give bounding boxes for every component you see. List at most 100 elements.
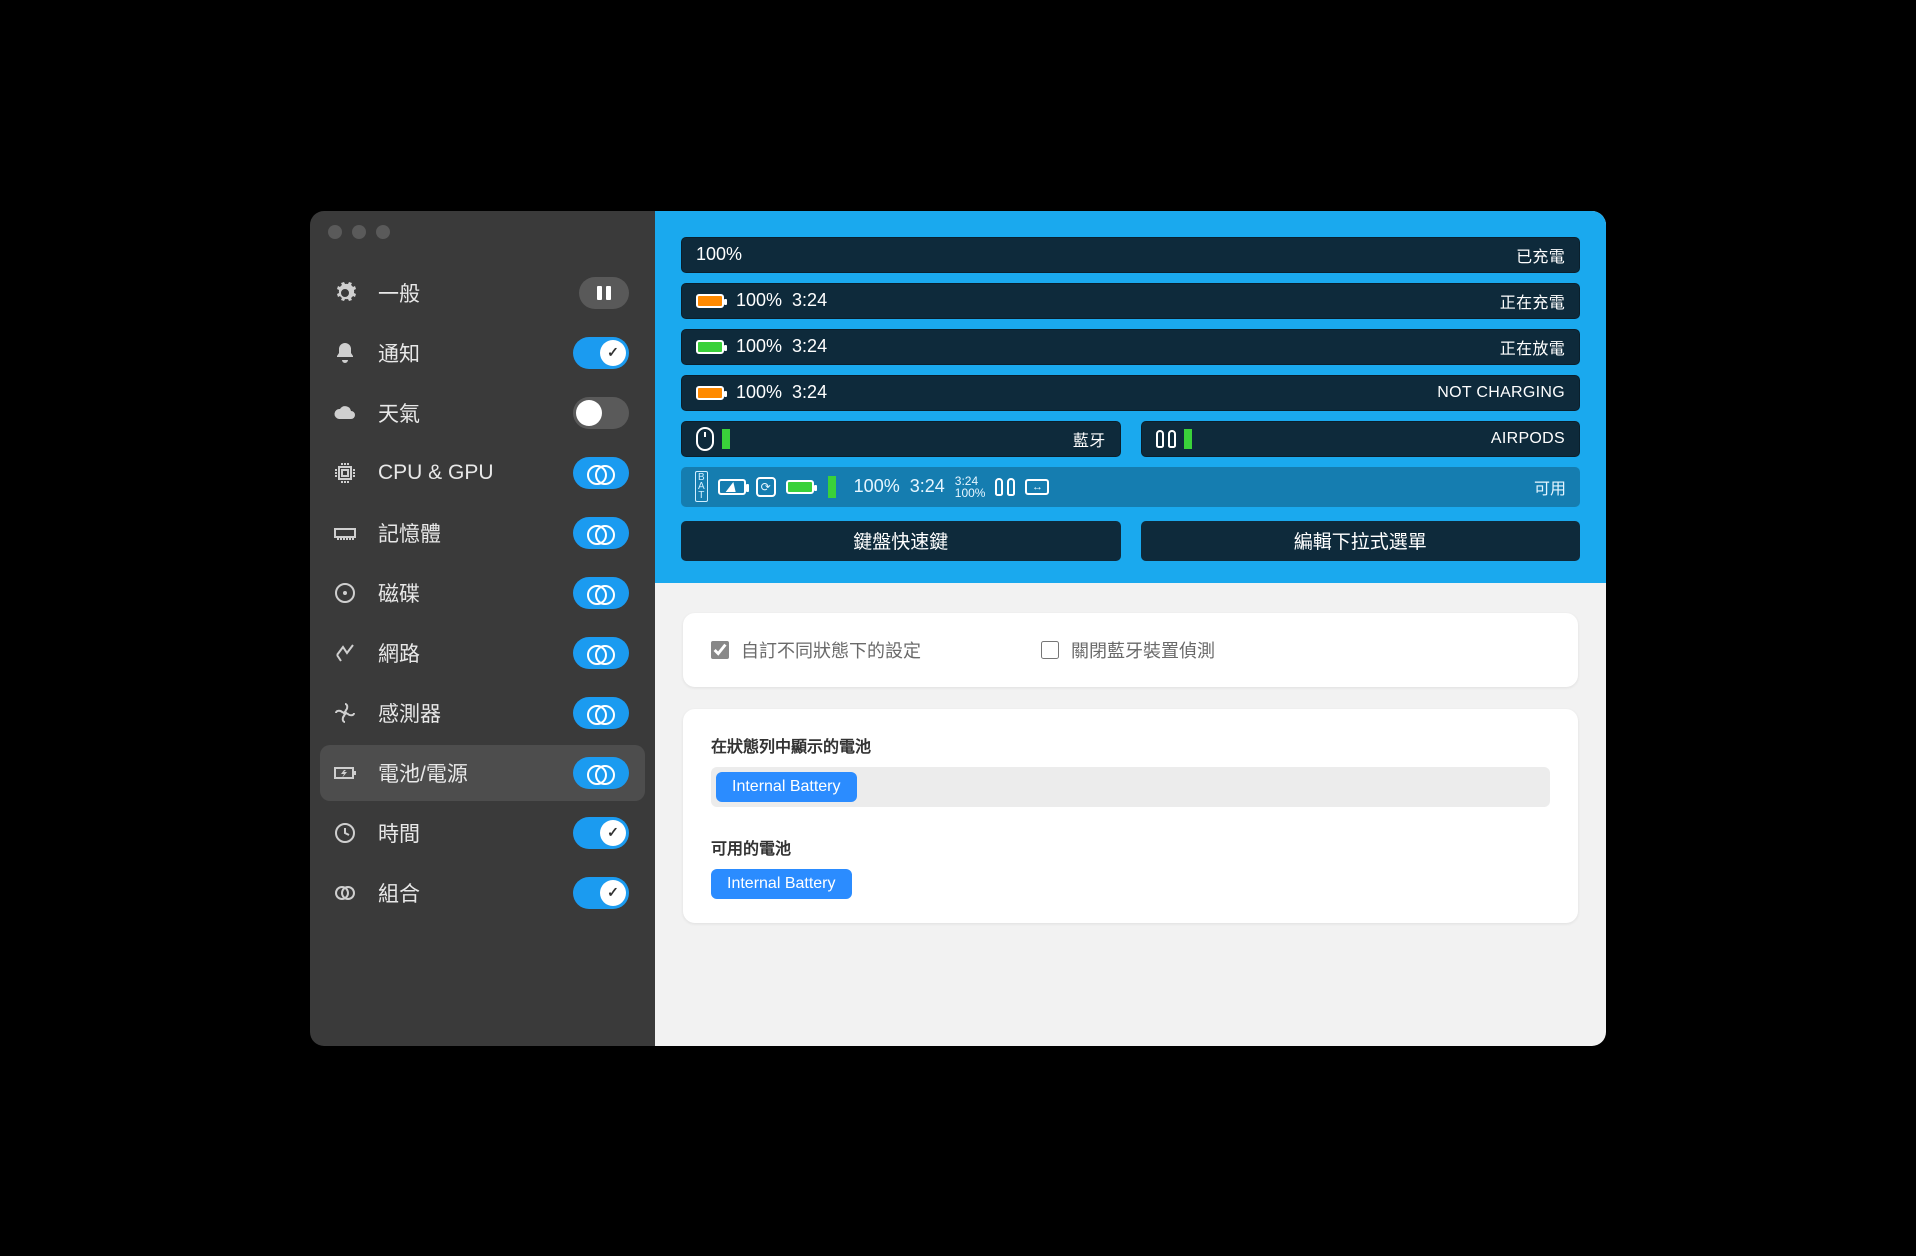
battery-bolt-icon bbox=[718, 479, 746, 495]
sidebar-item-clock[interactable]: 時間 bbox=[320, 805, 645, 861]
percent-label: 100% bbox=[854, 476, 900, 497]
sidebar-item-chip[interactable]: CPU & GPU bbox=[320, 445, 645, 501]
sidebar-item-bell[interactable]: 通知 bbox=[320, 325, 645, 381]
edit-dropdown-button[interactable]: 編輯下拉式選單 bbox=[1141, 521, 1581, 561]
time-label: 3:24 bbox=[910, 476, 945, 497]
level-bar-icon bbox=[722, 429, 730, 449]
preview-row-charged[interactable]: 100% 已充電 bbox=[681, 237, 1580, 273]
sidebar-item-disk[interactable]: 磁碟 bbox=[320, 565, 645, 621]
battery-icon bbox=[330, 761, 360, 785]
status-label: 可用 bbox=[1534, 475, 1566, 499]
preview-row-airpods[interactable]: AIRPODS bbox=[1141, 421, 1581, 457]
sidebar-item-cloud[interactable]: 天氣 bbox=[320, 385, 645, 441]
gear-icon bbox=[330, 281, 360, 305]
checkbox-label: 關閉藍牙裝置偵測 bbox=[1071, 637, 1215, 663]
available-header: 可用的電池 bbox=[711, 835, 1550, 859]
checkbox-input[interactable] bbox=[1041, 641, 1059, 659]
link-pill[interactable] bbox=[573, 637, 629, 669]
checkbox-input[interactable] bbox=[711, 641, 729, 659]
percent-label: 100% bbox=[696, 244, 742, 265]
time-label: 3:24 bbox=[792, 382, 827, 403]
keyboard-shortcut-button[interactable]: 鍵盤快速鍵 bbox=[681, 521, 1121, 561]
clock-icon bbox=[330, 821, 360, 845]
preview-row-charging[interactable]: 100% 3:24 正在充電 bbox=[681, 283, 1580, 319]
rings-icon bbox=[330, 881, 360, 905]
sidebar-item-label: CPU & GPU bbox=[378, 461, 569, 485]
status-label: NOT CHARGING bbox=[1437, 384, 1565, 402]
options-card: 自訂不同狀態下的設定 關閉藍牙裝置偵測 bbox=[683, 613, 1578, 687]
battery-tag[interactable]: Internal Battery bbox=[711, 869, 852, 899]
airpods-icon bbox=[995, 478, 1015, 496]
zoom-icon[interactable] bbox=[376, 225, 390, 239]
batteries-card: 在狀態列中顯示的電池 Internal Battery 可用的電池 Intern… bbox=[683, 709, 1578, 923]
sidebar-nav: 一般通知天氣 CPU & GPU 記憶體磁碟網路感測器電池/電源時間組合 bbox=[310, 247, 655, 921]
sidebar-item-label: 網路 bbox=[378, 638, 569, 668]
sidebar-item-label: 一般 bbox=[378, 278, 569, 308]
fan-icon bbox=[330, 701, 360, 725]
battery-icon bbox=[786, 480, 814, 494]
status-label: 已充電 bbox=[1516, 243, 1565, 267]
status-label: 藍牙 bbox=[1073, 427, 1106, 451]
battery-tag[interactable]: Internal Battery bbox=[716, 772, 857, 802]
sidebar-item-battery[interactable]: 電池/電源 bbox=[320, 745, 645, 801]
preferences-window: 一般通知天氣 CPU & GPU 記憶體磁碟網路感測器電池/電源時間組合 100% … bbox=[310, 211, 1606, 1046]
link-pill[interactable] bbox=[573, 577, 629, 609]
custom-states-checkbox[interactable]: 自訂不同狀態下的設定 bbox=[711, 637, 921, 663]
preview-row-discharging[interactable]: 100% 3:24 正在放電 bbox=[681, 329, 1580, 365]
sidebar-item-label: 電池/電源 bbox=[378, 758, 569, 788]
toggle-switch[interactable] bbox=[573, 397, 629, 429]
preview-row-bluetooth[interactable]: 藍牙 bbox=[681, 421, 1121, 457]
sidebar-item-ram[interactable]: 記憶體 bbox=[320, 505, 645, 561]
percent-label: 100% bbox=[736, 290, 782, 311]
pause-button[interactable] bbox=[579, 277, 629, 309]
airpods-icon bbox=[1156, 430, 1176, 448]
main-panel: 100% 已充電 100% 3:24 正在充電 100% 3:24 正在放電 1… bbox=[655, 211, 1606, 1046]
link-pill[interactable] bbox=[573, 697, 629, 729]
battery-icon bbox=[696, 386, 724, 400]
cycle-icon: ⟳ bbox=[756, 477, 776, 497]
sidebar-item-label: 時間 bbox=[378, 818, 569, 848]
ram-icon bbox=[330, 521, 360, 545]
bell-icon bbox=[330, 341, 360, 365]
link-pill[interactable] bbox=[573, 457, 629, 489]
link-pill[interactable] bbox=[573, 757, 629, 789]
sidebar-item-label: 記憶體 bbox=[378, 518, 569, 548]
minimize-icon[interactable] bbox=[352, 225, 366, 239]
preview-row-available[interactable]: BAT ⟳ 100% 3:24 3:24 100% ↔ 可用 bbox=[681, 467, 1580, 507]
menubar-preview: 100% 已充電 100% 3:24 正在充電 100% 3:24 正在放電 1… bbox=[655, 211, 1606, 583]
close-icon[interactable] bbox=[328, 225, 342, 239]
battery-icon bbox=[696, 340, 724, 354]
toggle-switch[interactable] bbox=[573, 877, 629, 909]
sidebar-item-label: 感測器 bbox=[378, 698, 569, 728]
sidebar-item-label: 組合 bbox=[378, 878, 569, 908]
chip-icon bbox=[330, 461, 360, 485]
time-label: 3:24 bbox=[792, 290, 827, 311]
arrows-icon: ↔ bbox=[1025, 479, 1049, 495]
preview-row-notcharging[interactable]: 100% 3:24 NOT CHARGING bbox=[681, 375, 1580, 411]
link-pill[interactable] bbox=[573, 517, 629, 549]
settings-content: 自訂不同狀態下的設定 關閉藍牙裝置偵測 在狀態列中顯示的電池 Internal … bbox=[655, 583, 1606, 953]
status-label: 正在放電 bbox=[1500, 335, 1565, 359]
toggle-switch[interactable] bbox=[573, 337, 629, 369]
sidebar-item-net[interactable]: 網路 bbox=[320, 625, 645, 681]
percent-label: 100% bbox=[736, 336, 782, 357]
shown-header: 在狀態列中顯示的電池 bbox=[711, 733, 1550, 757]
bat-vertical-icon: BAT bbox=[695, 471, 708, 502]
disk-icon bbox=[330, 581, 360, 605]
sidebar-item-label: 磁碟 bbox=[378, 578, 569, 608]
level-bar-icon bbox=[1184, 429, 1192, 449]
net-icon bbox=[330, 641, 360, 665]
sidebar-item-gear[interactable]: 一般 bbox=[320, 265, 645, 321]
window-controls bbox=[310, 225, 655, 247]
time-label: 3:24 bbox=[792, 336, 827, 357]
level-bar-icon bbox=[828, 476, 836, 498]
sidebar-item-fan[interactable]: 感測器 bbox=[320, 685, 645, 741]
sidebar: 一般通知天氣 CPU & GPU 記憶體磁碟網路感測器電池/電源時間組合 bbox=[310, 211, 655, 1046]
disable-bluetooth-checkbox[interactable]: 關閉藍牙裝置偵測 bbox=[1041, 637, 1215, 663]
percent-label: 100% bbox=[736, 382, 782, 403]
stacked-readout: 3:24 100% bbox=[955, 475, 986, 499]
battery-icon bbox=[696, 294, 724, 308]
toggle-switch[interactable] bbox=[573, 817, 629, 849]
sidebar-item-rings[interactable]: 組合 bbox=[320, 865, 645, 921]
shown-battery-field[interactable]: Internal Battery bbox=[711, 767, 1550, 807]
